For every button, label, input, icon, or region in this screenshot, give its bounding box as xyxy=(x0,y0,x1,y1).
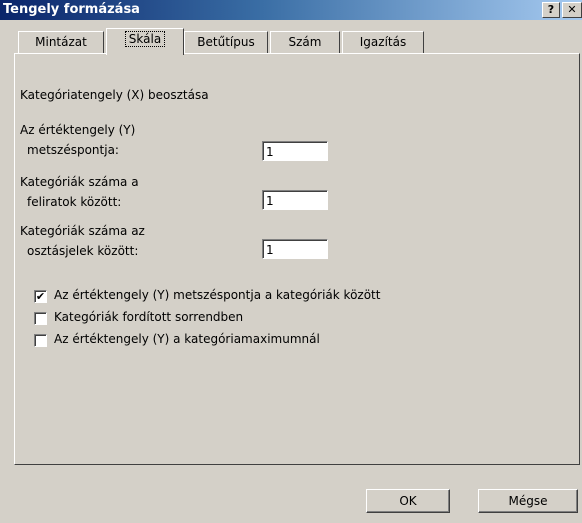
tab-skala[interactable]: Skála xyxy=(106,28,184,55)
tab-mintazat[interactable]: Mintázat xyxy=(18,31,104,53)
crosses-at-max-label: Az értéktengely (Y) a kategóriamaximumná… xyxy=(54,332,320,346)
tab-label: Igazítás xyxy=(359,35,407,49)
close-icon: ✕ xyxy=(567,3,577,16)
scale-panel: Kategóriatengely (X) beosztása Az értékt… xyxy=(14,53,580,465)
tab-igazitas[interactable]: Igazítás xyxy=(342,31,424,53)
between-ticks-label-2: osztásjelek között: xyxy=(27,244,139,258)
between-labels-label: Kategóriák száma a xyxy=(20,175,139,189)
between-labels-label-2: feliratok között: xyxy=(27,195,122,209)
check-mark-icon: ✔ xyxy=(35,290,46,303)
tab-label: Betűtípus xyxy=(197,35,255,49)
crosses-label-2: metszéspontja: xyxy=(27,143,119,157)
ok-button[interactable]: OK xyxy=(366,489,450,513)
tab-szam[interactable]: Szám xyxy=(270,31,340,53)
between-ticks-input[interactable]: 1 xyxy=(262,239,328,259)
tab-betutipus[interactable]: Betűtípus xyxy=(184,31,268,53)
tab-label: Mintázat xyxy=(35,35,87,49)
between-labels-input[interactable]: 1 xyxy=(262,190,328,210)
tab-label: Szám xyxy=(288,35,322,49)
help-button[interactable]: ? xyxy=(542,2,560,18)
between-ticks-label: Kategóriák száma az xyxy=(20,224,145,238)
reverse-order-label: Kategóriák fordított sorrendben xyxy=(54,310,244,324)
tab-label: Skála xyxy=(124,31,166,47)
crosses-input[interactable]: 1 xyxy=(262,141,328,161)
crosses-between-checkbox[interactable]: ✔ xyxy=(34,290,47,303)
title-bar: Tengely formázása ? ✕ xyxy=(0,0,582,20)
crosses-at-max-checkbox[interactable] xyxy=(34,334,47,347)
panel-heading: Kategóriatengely (X) beosztása xyxy=(20,88,209,102)
close-button[interactable]: ✕ xyxy=(562,2,582,18)
cancel-button[interactable]: Mégse xyxy=(478,489,578,513)
crosses-between-label: Az értéktengely (Y) metszéspontja a kate… xyxy=(54,288,381,302)
window-title: Tengely formázása xyxy=(3,2,140,17)
reverse-order-checkbox[interactable] xyxy=(34,312,47,325)
crosses-label: Az értéktengely (Y) xyxy=(20,123,136,137)
